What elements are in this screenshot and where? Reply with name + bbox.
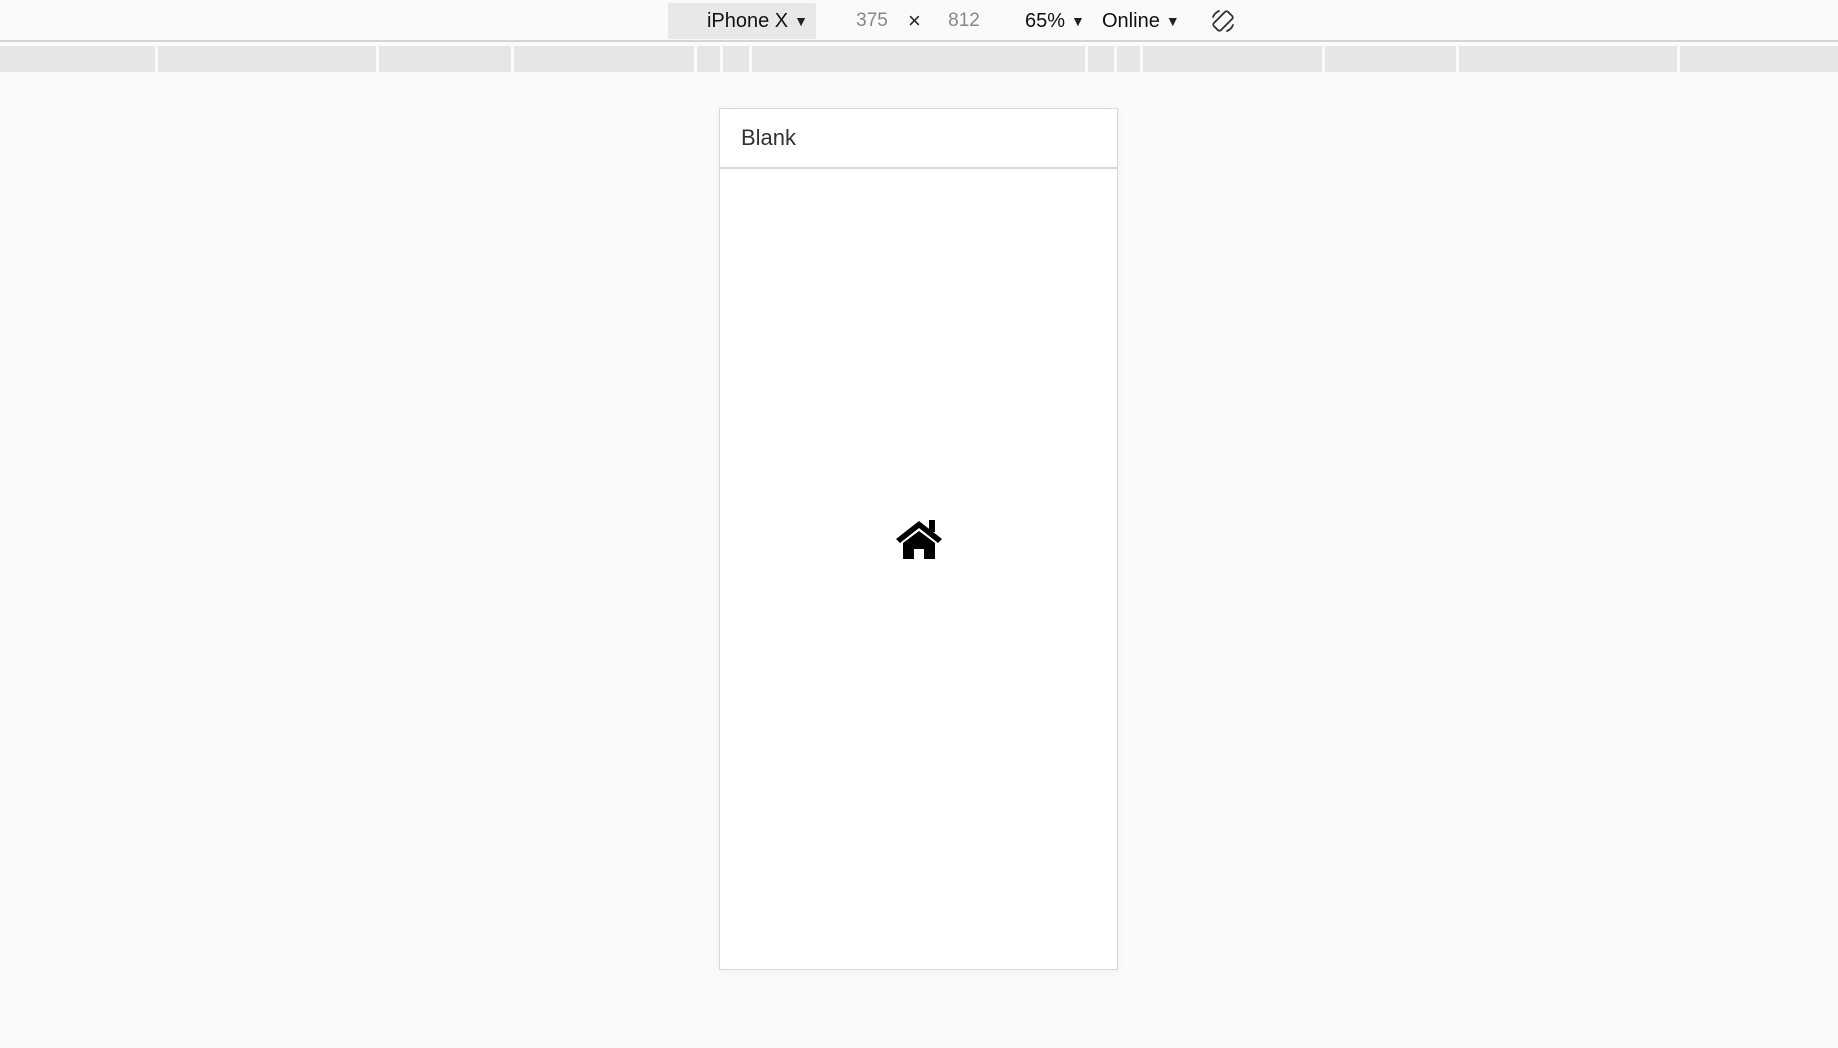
times-icon: × bbox=[908, 8, 921, 33]
page-title: Blank bbox=[741, 125, 797, 150]
caret-down-icon: ▼ bbox=[794, 13, 808, 29]
device-select[interactable]: iPhone X ▼ bbox=[668, 3, 816, 39]
ruler-divider bbox=[1085, 46, 1088, 72]
caret-down-icon: ▼ bbox=[1165, 13, 1180, 29]
home-icon[interactable] bbox=[894, 517, 944, 561]
caret-down-icon: ▼ bbox=[1071, 13, 1085, 29]
device-viewport: Blank bbox=[719, 108, 1118, 970]
devtools-toolbar: iPhone X ▼ × 65% ▼ Online ▼ bbox=[0, 0, 1838, 42]
rotate-icon[interactable] bbox=[1210, 8, 1236, 34]
viewport-height-input[interactable] bbox=[934, 8, 994, 34]
ruler-divider bbox=[1140, 46, 1143, 72]
viewport-width-input[interactable] bbox=[842, 8, 902, 34]
zoom-select[interactable]: 65% ▼ bbox=[1025, 6, 1085, 36]
ruler-divider bbox=[694, 46, 697, 72]
ruler-divider bbox=[1322, 46, 1325, 72]
media-query-ruler bbox=[0, 46, 1838, 72]
device-select-label: iPhone X bbox=[706, 9, 789, 32]
zoom-select-label: 65% bbox=[1025, 9, 1066, 32]
ruler-divider bbox=[749, 46, 752, 72]
app-header: Blank bbox=[720, 109, 1117, 169]
ruler-divider bbox=[1114, 46, 1117, 72]
ruler-divider bbox=[511, 46, 514, 72]
ruler-divider bbox=[376, 46, 379, 72]
ruler-divider bbox=[1677, 46, 1680, 72]
network-throttle-select[interactable]: Online ▼ bbox=[1102, 6, 1180, 36]
ruler-divider bbox=[1456, 46, 1459, 72]
ruler-divider bbox=[720, 46, 723, 72]
ruler-divider bbox=[155, 46, 158, 72]
network-select-label: Online bbox=[1102, 9, 1160, 32]
